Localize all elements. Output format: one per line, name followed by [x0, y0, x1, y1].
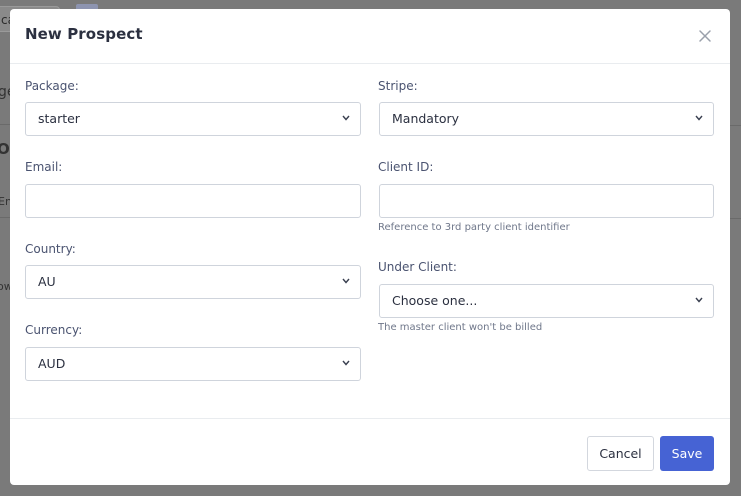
modal-footer: Cancel Save: [10, 418, 730, 486]
under-client-help-text: The master client won't be billed: [378, 322, 543, 333]
client-id-field[interactable]: [379, 184, 714, 218]
background-divider: [0, 217, 10, 218]
close-icon[interactable]: [698, 29, 712, 43]
modal-title: New Prospect: [25, 25, 143, 43]
client-id-help-text: Reference to 3rd party client identifier: [378, 222, 570, 233]
under-client-label: Under Client:: [378, 260, 457, 274]
modal-header: New Prospect: [10, 9, 730, 64]
save-button[interactable]: Save: [660, 436, 714, 471]
background-divider: [730, 218, 741, 219]
email-field[interactable]: [25, 184, 361, 218]
currency-label: Currency:: [25, 323, 83, 337]
package-label: Package:: [25, 79, 79, 93]
stripe-select[interactable]: Mandatory: [379, 102, 714, 136]
cancel-button[interactable]: Cancel: [587, 436, 654, 471]
stripe-label: Stripe:: [378, 79, 418, 93]
chevron-down-icon: [342, 360, 350, 366]
chevron-down-icon: [342, 115, 350, 121]
chevron-down-icon: [695, 297, 703, 303]
country-label: Country:: [25, 242, 76, 256]
under-client-select-value: Choose one...: [392, 293, 478, 308]
country-select[interactable]: AU: [25, 265, 361, 299]
currency-select-value: AUD: [38, 356, 66, 371]
stripe-select-value: Mandatory: [392, 111, 460, 126]
chevron-down-icon: [342, 278, 350, 284]
background-divider: [730, 125, 741, 126]
package-select-value: starter: [38, 111, 80, 126]
under-client-select[interactable]: Choose one...: [379, 284, 714, 318]
background-divider: [0, 124, 10, 125]
chevron-down-icon: [695, 115, 703, 121]
client-id-label: Client ID:: [378, 160, 434, 174]
email-label: Email:: [25, 160, 63, 174]
background-text-fragment: O: [0, 140, 10, 158]
new-prospect-modal: New Prospect Package: starter Email: Cou…: [10, 9, 730, 485]
package-select[interactable]: starter: [25, 102, 361, 136]
currency-select[interactable]: AUD: [25, 347, 361, 381]
country-select-value: AU: [38, 274, 56, 289]
